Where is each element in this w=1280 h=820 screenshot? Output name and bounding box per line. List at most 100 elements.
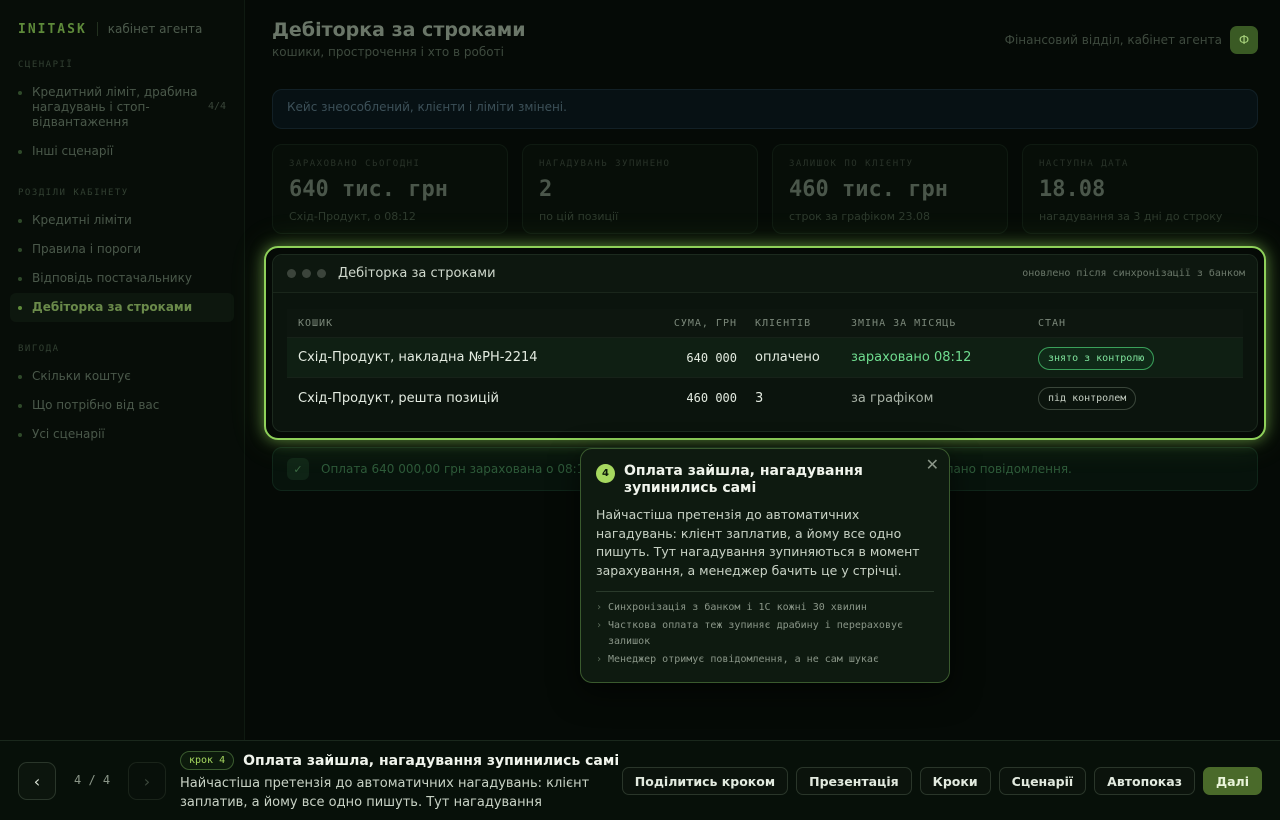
kpi-label: ЗАРАХОВАНО СЬОГОДНІ xyxy=(289,159,421,169)
sidebar-item-pricing[interactable]: Скільки коштує xyxy=(10,362,234,391)
sidebar-item-label: Скільки коштує xyxy=(32,369,131,383)
kpi-label: НАГАДУВАНЬ ЗУПИНЕНО xyxy=(539,159,671,169)
next-button[interactable]: Далі xyxy=(1202,767,1262,795)
step-summary: крок 4 Оплата зайшла, нагадування зупини… xyxy=(180,751,630,812)
list-item: Часткова оплата теж зупиняє драбину і пе… xyxy=(596,618,934,650)
cell-change: за графіком xyxy=(851,390,934,406)
tour-actions: Поділитись кроком Презентація Кроки Сцен… xyxy=(621,767,1262,795)
list-item: Менеджер отримує повідомлення, а не сам … xyxy=(596,652,934,668)
kpi-value: 640 тис. грн xyxy=(289,177,448,202)
context-label: Фінансовий відділ, кабінет агента xyxy=(1004,33,1222,47)
avatar[interactable]: Ф xyxy=(1230,26,1258,54)
kpi-note: строк за графіком 23.08 xyxy=(789,210,931,223)
panel-header: Дебіторка за строками оновлено після син… xyxy=(273,255,1257,293)
bullet-icon xyxy=(18,150,22,154)
tooltip-bullets: Синхронізація з банком і 1С кожні 30 хви… xyxy=(596,600,934,668)
kpi-value: 460 тис. грн xyxy=(789,177,948,202)
column-header-clients: КЛІЄНТІВ xyxy=(755,317,812,329)
cell-status: під контролем xyxy=(1038,386,1243,410)
step-number-badge: 4 xyxy=(596,464,615,483)
brand: INITASK кабінет агента xyxy=(10,20,234,38)
close-icon[interactable]: ✕ xyxy=(926,455,939,474)
brand-divider xyxy=(96,22,98,36)
nav-section-title: СЦЕНАРІЇ xyxy=(18,60,74,70)
step-title: Оплата зайшла, нагадування зупинились са… xyxy=(243,752,620,769)
cell-change: зараховано 08:12 xyxy=(851,350,972,365)
cell-amount: 460 000 xyxy=(686,391,737,405)
receivables-panel: Дебіторка за строками оновлено після син… xyxy=(272,254,1258,432)
table-row[interactable]: Схід-Продукт, накладна №РН-2214 640 000 … xyxy=(287,338,1243,378)
panel-title: Дебіторка за строками xyxy=(338,266,496,281)
step-counter: 4 / 4 xyxy=(74,773,111,787)
bullet-icon xyxy=(18,277,22,281)
kpi-card: ЗАРАХОВАНО СЬОГОДНІ 640 тис. грн Схід-Пр… xyxy=(272,144,508,234)
info-alert: Кейс знеособлений, клієнти і ліміти змін… xyxy=(272,89,1258,129)
brand-subtitle: кабінет агента xyxy=(107,22,203,36)
column-header-status: СТАН xyxy=(1038,317,1067,329)
kpi-row: ЗАРАХОВАНО СЬОГОДНІ 640 тис. грн Схід-Пр… xyxy=(272,144,1258,234)
sidebar-item-requirements[interactable]: Що потрібно від вас xyxy=(10,391,234,420)
bullet-icon xyxy=(18,219,22,223)
sidebar-item-receivables[interactable]: Дебіторка за строками xyxy=(10,293,234,322)
window-dots-icon xyxy=(287,269,326,278)
sidebar-item-credit-limits[interactable]: Кредитні ліміти xyxy=(10,206,234,235)
sidebar-item-rules[interactable]: Правила і пороги xyxy=(10,235,234,264)
tooltip-title: Оплата зайшла, нагадування зупинились са… xyxy=(624,463,863,496)
tooltip-body: Найчастіша претензія до автоматичних наг… xyxy=(596,507,920,578)
kpi-card: ЗАЛИШОК ПО КЛІЄНТУ 460 тис. грн строк за… xyxy=(772,144,1008,234)
header-context: Фінансовий відділ, кабінет агента Ф xyxy=(1005,26,1258,54)
list-item: Синхронізація з банком і 1С кожні 30 хви… xyxy=(596,600,934,616)
kpi-note: нагадування за 3 дні до строку xyxy=(1039,210,1223,223)
kpi-value: 18.08 xyxy=(1039,177,1106,202)
scenarios-button[interactable]: Сценарії xyxy=(998,767,1087,795)
sidebar-item-label: Правила і пороги xyxy=(32,242,142,256)
kpi-label: ЗАЛИШОК ПО КЛІЄНТУ xyxy=(789,159,914,169)
page-title: Дебіторка за строками xyxy=(272,19,526,41)
next-step-button[interactable]: › xyxy=(128,762,166,800)
bullet-icon xyxy=(18,433,22,437)
nav-section-title: ВИГОДА xyxy=(18,344,60,354)
sidebar: INITASK кабінет агента СЦЕНАРІЇ Кредитни… xyxy=(0,0,245,740)
kpi-card: НАСТУПНА ДАТА 18.08 нагадування за 3 дні… xyxy=(1022,144,1258,234)
sidebar-item-label: Кредитний ліміт, драбина нагадувань і ст… xyxy=(32,85,198,129)
nav-section-title: РОЗДІЛИ КАБІНЕТУ xyxy=(18,188,129,198)
autoplay-button[interactable]: Автопоказ xyxy=(1094,767,1195,795)
cell-clients: оплачено xyxy=(755,350,820,365)
sidebar-item-label: Що потрібно від вас xyxy=(32,398,160,412)
kpi-card: НАГАДУВАНЬ ЗУПИНЕНО 2 по цій позиції xyxy=(522,144,758,234)
cell-basket: Схід-Продукт, решта позицій xyxy=(298,390,499,406)
kpi-note: Схід-Продукт, о 08:12 xyxy=(289,210,416,223)
receivables-table: КОШИК СУМА, ГРН КЛІЄНТІВ ЗМІНА ЗА МІСЯЦЬ… xyxy=(287,309,1243,418)
column-header-basket: КОШИК xyxy=(298,317,334,329)
bullet-icon xyxy=(18,375,22,379)
cell-status: знято з контролю xyxy=(1038,346,1243,370)
bullet-icon xyxy=(18,91,22,95)
brand-logo[interactable]: INITASK xyxy=(18,22,87,37)
tour-tooltip: ✕ 4 Оплата зайшла, нагадування зупинилис… xyxy=(580,448,950,683)
panel-sync-status: оновлено після синхронізації з банком xyxy=(1022,268,1245,279)
sidebar-item-label: Відповідь постачальнику xyxy=(32,271,192,285)
sidebar-item-supplier-reply[interactable]: Відповідь постачальнику xyxy=(10,264,234,293)
sidebar-item-label: Усі сценарії xyxy=(32,427,105,441)
kpi-value: 2 xyxy=(539,177,553,202)
status-badge: під контролем xyxy=(1038,387,1137,410)
sidebar-item-credit-limit-scenario[interactable]: Кредитний ліміт, драбина нагадувань і ст… xyxy=(10,78,234,137)
step-description: Найчастіша претензія до автоматичних наг… xyxy=(180,776,590,810)
tour-bottom-bar: ‹ 4 / 4 › крок 4 Оплата зайшла, нагадува… xyxy=(0,740,1280,820)
sidebar-item-count: 4/4 xyxy=(207,101,226,112)
bullet-icon xyxy=(18,404,22,408)
steps-button[interactable]: Кроки xyxy=(919,767,991,795)
table-row[interactable]: Схід-Продукт, решта позицій 460 000 3 за… xyxy=(287,378,1243,418)
presentation-button[interactable]: Презентація xyxy=(796,767,912,795)
previous-step-button[interactable]: ‹ xyxy=(18,762,56,800)
sidebar-item-other-scenarios[interactable]: Інші сценарії xyxy=(10,137,234,166)
sidebar-item-label: Дебіторка за строками xyxy=(32,300,193,314)
tooltip-header: 4 Оплата зайшла, нагадування зупинились … xyxy=(596,463,934,497)
status-badge: знято з контролю xyxy=(1038,346,1155,370)
bullet-icon xyxy=(18,248,22,252)
sidebar-item-all-scenarios[interactable]: Усі сценарії xyxy=(10,420,234,449)
cell-amount: 640 000 xyxy=(686,350,737,365)
divider xyxy=(596,591,934,592)
sidebar-item-label: Кредитні ліміти xyxy=(32,213,132,227)
share-step-button[interactable]: Поділитись кроком xyxy=(621,767,789,795)
